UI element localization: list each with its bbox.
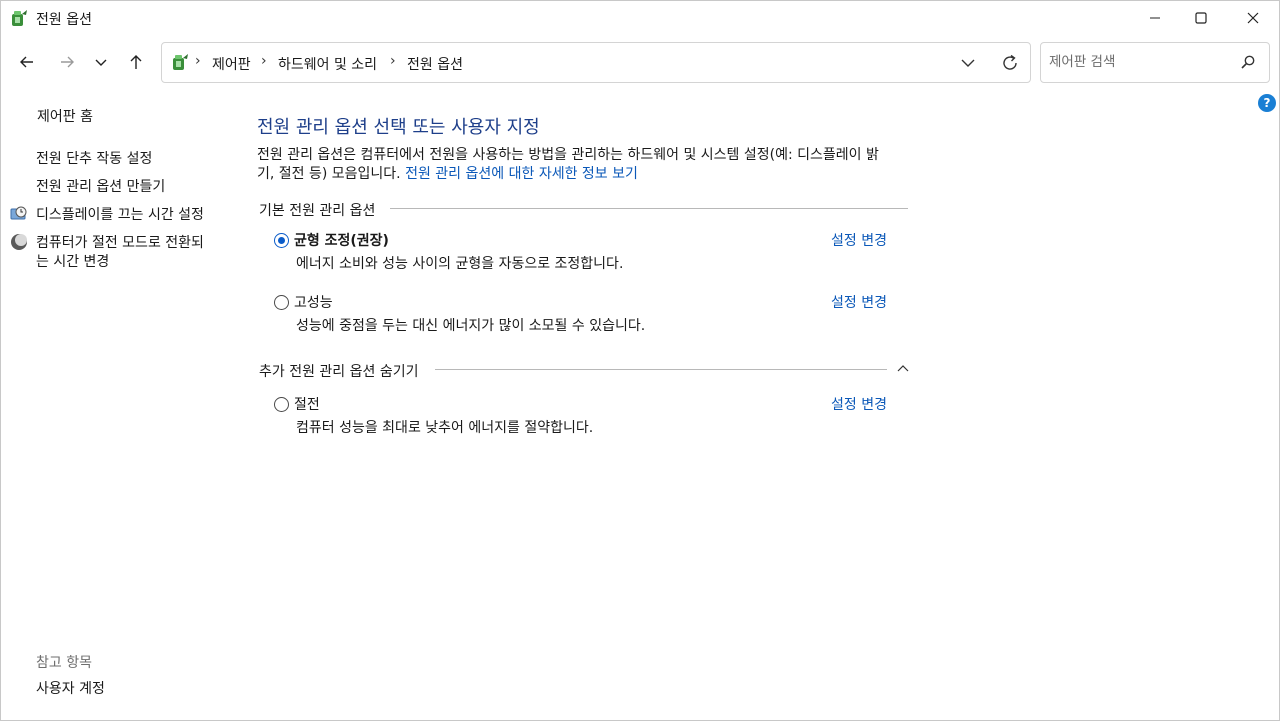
close-icon — [1247, 12, 1259, 24]
up-button[interactable] — [122, 48, 150, 76]
power-button-settings-link[interactable]: 전원 단추 작동 설정 — [36, 149, 152, 169]
breadcrumb-control-panel[interactable]: 제어판 — [212, 54, 251, 74]
power-saver-plan-radio[interactable] — [274, 397, 289, 412]
chevron-down-icon[interactable] — [958, 53, 978, 73]
divider — [390, 208, 908, 209]
minimize-icon — [1150, 17, 1160, 19]
power-saver-plan-name[interactable]: 절전 — [294, 394, 320, 414]
description-text-line1: 전원 관리 옵션은 컴퓨터에서 전원을 사용하는 방법을 관리하는 하드웨어 및… — [257, 147, 879, 163]
breadcrumb-power-options[interactable]: 전원 옵션 — [407, 54, 463, 74]
high-performance-plan-description: 성능에 중점을 두는 대신 에너지가 많이 소모될 수 있습니다. — [296, 318, 646, 334]
sleep-time-link-line1[interactable]: 컴퓨터가 절전 모드로 전환되 — [36, 233, 204, 253]
control-panel-icon — [173, 54, 188, 70]
display-clock-icon — [10, 206, 27, 220]
high-performance-plan-name[interactable]: 고성능 — [294, 292, 333, 312]
extra-plans-heading[interactable]: 추가 전원 관리 옵션 숨기기 — [259, 361, 418, 381]
description-text-line2: 기, 절전 등) 모음입니다. — [257, 166, 406, 182]
power-options-window: 전원 옵션 › 제어판 › 하드웨어 및 소리 › 전원 옵션 제어판 검색 ?… — [0, 0, 1280, 721]
see-also-heading: 참고 항목 — [36, 655, 92, 671]
power-saver-plan-description: 컴퓨터 성능을 최대로 낮추어 에너지를 절약합니다. — [296, 420, 594, 436]
balanced-plan-radio[interactable] — [274, 233, 289, 248]
search-icon[interactable] — [1240, 54, 1256, 70]
arrow-left-icon — [20, 56, 33, 68]
user-accounts-link[interactable]: 사용자 계정 — [36, 679, 105, 699]
power-options-icon — [12, 10, 27, 26]
breadcrumb-separator[interactable]: › — [195, 53, 201, 69]
page-title: 전원 관리 옵션 선택 또는 사용자 지정 — [257, 117, 540, 138]
balanced-plan-description: 에너지 소비와 성능 사이의 균형을 자동으로 조정합니다. — [296, 256, 624, 272]
balanced-plan-name[interactable]: 균형 조정(권장) — [294, 230, 389, 250]
refresh-icon[interactable] — [1000, 53, 1020, 73]
search-input[interactable] — [1049, 52, 1229, 72]
high-performance-change-settings-link[interactable]: 설정 변경 — [831, 292, 887, 312]
arrow-right-icon — [61, 56, 74, 68]
back-button[interactable] — [13, 48, 41, 76]
control-panel-home-link[interactable]: 제어판 홈 — [37, 107, 93, 127]
create-power-plan-link[interactable]: 전원 관리 옵션 만들기 — [36, 177, 165, 197]
power-saver-change-settings-link[interactable]: 설정 변경 — [831, 394, 887, 414]
divider — [435, 369, 887, 370]
high-performance-plan-radio[interactable] — [274, 295, 289, 310]
address-bar[interactable]: › 제어판 › 하드웨어 및 소리 › 전원 옵션 — [161, 42, 1031, 83]
power-plan-info-link[interactable]: 전원 관리 옵션에 대한 자세한 정보 보기 — [405, 166, 638, 182]
page-description: 전원 관리 옵션은 컴퓨터에서 전원을 사용하는 방법을 관리하는 하드웨어 및… — [257, 146, 917, 184]
recent-locations-button[interactable] — [87, 48, 115, 76]
display-off-time-link[interactable]: 디스플레이를 끄는 시간 설정 — [36, 205, 204, 225]
basic-plans-heading: 기본 전원 관리 옵션 — [259, 203, 376, 219]
close-button[interactable] — [1230, 1, 1276, 35]
breadcrumb-hardware-sound[interactable]: 하드웨어 및 소리 — [278, 54, 377, 74]
sleep-time-link-line2[interactable]: 는 시간 변경 — [36, 252, 109, 272]
minimize-button[interactable] — [1132, 1, 1178, 35]
arrow-up-icon — [130, 55, 142, 69]
chevron-down-icon — [95, 59, 107, 66]
window-title: 전원 옵션 — [36, 12, 92, 28]
search-box[interactable] — [1040, 42, 1270, 83]
breadcrumb-separator[interactable]: › — [390, 53, 396, 69]
maximize-icon — [1195, 12, 1207, 24]
help-icon[interactable]: ? — [1258, 94, 1276, 112]
maximize-button[interactable] — [1178, 1, 1224, 35]
chevron-up-icon[interactable] — [896, 363, 910, 373]
sleep-moon-icon — [11, 234, 27, 250]
forward-button[interactable] — [53, 48, 81, 76]
balanced-change-settings-link[interactable]: 설정 변경 — [831, 230, 887, 250]
title-bar: 전원 옵션 — [1, 1, 1279, 37]
breadcrumb-separator[interactable]: › — [261, 53, 267, 69]
